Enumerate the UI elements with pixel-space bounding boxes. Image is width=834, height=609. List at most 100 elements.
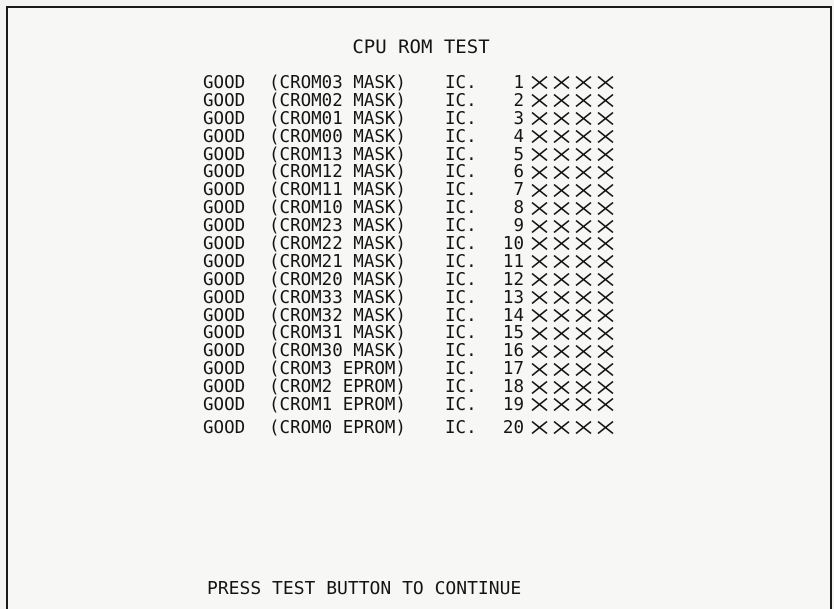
x-mark-icon <box>574 75 593 90</box>
x-mark-icon <box>552 111 571 126</box>
x-mark-icon <box>530 362 549 377</box>
x-mark-icon <box>530 201 549 216</box>
x-mark-icon <box>530 397 549 412</box>
status-label: GOOD <box>203 394 246 415</box>
ic-number: 19 <box>502 394 524 415</box>
x-mark-icon <box>530 344 549 359</box>
x-mark-icon <box>596 290 615 305</box>
rom-result-row: GOOD (CROM20 MASK) IC. 12 <box>203 270 673 290</box>
x-mark-icon <box>530 326 549 341</box>
x-mark-icon <box>530 290 549 305</box>
x-mark-icon <box>530 236 549 251</box>
result-marks <box>530 380 615 395</box>
rom-result-row: GOOD (CROM33 MASK) IC. 13 <box>203 288 673 308</box>
x-mark-icon <box>596 201 615 216</box>
page-title: CPU ROM TEST <box>352 36 490 58</box>
x-mark-icon <box>596 326 615 341</box>
x-mark-icon <box>574 272 593 287</box>
x-mark-icon <box>530 93 549 108</box>
x-mark-icon <box>552 308 571 323</box>
rom-test-screen: CPU ROM TEST GOOD (CROM03 MASK) IC. 1 GOOD (C… <box>6 6 832 609</box>
x-mark-icon <box>552 165 571 180</box>
x-mark-icon <box>596 397 615 412</box>
x-mark-icon <box>552 290 571 305</box>
x-mark-icon <box>552 344 571 359</box>
x-mark-icon <box>574 201 593 216</box>
result-marks <box>530 308 615 323</box>
rom-result-row: GOOD (CROM00 MASK) IC. 4 <box>203 127 673 147</box>
x-mark-icon <box>530 219 549 234</box>
x-mark-icon <box>530 420 549 435</box>
x-mark-icon <box>530 111 549 126</box>
rom-result-row: GOOD (CROM21 MASK) IC. 11 <box>203 252 673 272</box>
x-mark-icon <box>596 308 615 323</box>
rom-result-list: GOOD (CROM03 MASK) IC. 1 GOOD (CROM02 MASK) IC… <box>203 73 673 438</box>
x-mark-icon <box>552 183 571 198</box>
x-mark-icon <box>530 380 549 395</box>
result-marks <box>530 397 615 412</box>
x-mark-icon <box>574 308 593 323</box>
rom-result-row: GOOD (CROM31 MASK) IC. 15 <box>203 323 673 343</box>
x-mark-icon <box>552 147 571 162</box>
x-mark-icon <box>552 326 571 341</box>
x-mark-icon <box>596 272 615 287</box>
result-marks <box>530 272 615 287</box>
x-mark-icon <box>596 129 615 144</box>
x-mark-icon <box>574 147 593 162</box>
x-mark-icon <box>596 93 615 108</box>
chip-name: (CROM1 EPROM) <box>269 394 406 415</box>
result-marks <box>530 147 615 162</box>
rom-result-row: GOOD (CROM11 MASK) IC. 7 <box>203 180 673 200</box>
x-mark-icon <box>574 420 593 435</box>
rom-result-row: GOOD (CROM03 MASK) IC. 1 <box>203 73 673 93</box>
x-mark-icon <box>552 362 571 377</box>
x-mark-icon <box>574 129 593 144</box>
result-marks <box>530 362 615 377</box>
x-mark-icon <box>596 380 615 395</box>
x-mark-icon <box>574 290 593 305</box>
x-mark-icon <box>552 254 571 269</box>
result-marks <box>530 326 615 341</box>
x-mark-icon <box>574 254 593 269</box>
x-mark-icon <box>574 219 593 234</box>
x-mark-icon <box>530 308 549 323</box>
x-mark-icon <box>552 397 571 412</box>
rom-result-row: GOOD (CROM32 MASK) IC. 14 <box>203 306 673 326</box>
x-mark-icon <box>530 129 549 144</box>
x-mark-icon <box>552 236 571 251</box>
x-mark-icon <box>552 75 571 90</box>
chip-name: (CROM0 EPROM) <box>269 417 406 438</box>
result-marks <box>530 420 615 435</box>
result-marks <box>530 129 615 144</box>
result-marks <box>530 254 615 269</box>
ic-label: IC. <box>445 417 477 438</box>
x-mark-icon <box>574 362 593 377</box>
x-mark-icon <box>574 111 593 126</box>
x-mark-icon <box>596 75 615 90</box>
continue-prompt: PRESS TEST BUTTON TO CONTINUE <box>207 578 522 599</box>
rom-result-row: GOOD (CROM2 EPROM) IC. 18 <box>203 377 673 397</box>
rom-result-row: GOOD (CROM12 MASK) IC. 6 <box>203 162 673 182</box>
result-marks <box>530 201 615 216</box>
rom-result-row: GOOD (CROM30 MASK) IC. 16 <box>203 341 673 361</box>
rom-result-row: GOOD (CROM1 EPROM) IC. 19 <box>203 394 673 415</box>
x-mark-icon <box>552 93 571 108</box>
rom-result-row: GOOD (CROM10 MASK) IC. 8 <box>203 198 673 218</box>
x-mark-icon <box>596 254 615 269</box>
x-mark-icon <box>574 183 593 198</box>
rom-result-row: GOOD (CROM13 MASK) IC. 5 <box>203 145 673 165</box>
x-mark-icon <box>530 183 549 198</box>
x-mark-icon <box>596 111 615 126</box>
x-mark-icon <box>596 219 615 234</box>
x-mark-icon <box>574 380 593 395</box>
result-marks <box>530 183 615 198</box>
x-mark-icon <box>574 165 593 180</box>
x-mark-icon <box>530 165 549 180</box>
ic-label: IC. <box>445 394 477 415</box>
ic-number: 20 <box>502 417 524 438</box>
x-mark-icon <box>552 129 571 144</box>
result-marks <box>530 290 615 305</box>
x-mark-icon <box>552 420 571 435</box>
x-mark-icon <box>530 75 549 90</box>
x-mark-icon <box>530 147 549 162</box>
